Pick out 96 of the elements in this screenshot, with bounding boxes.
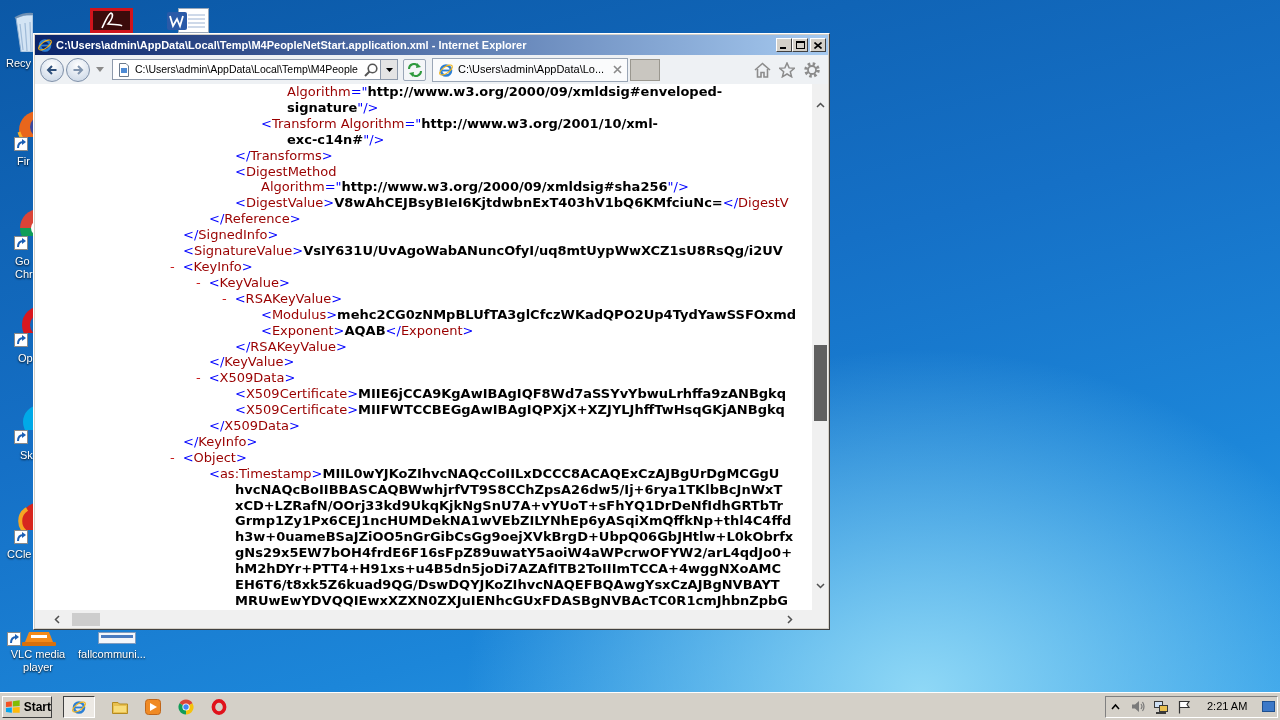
- xml-line: <Transform Algorithm="http://www.w3.org/2001/10/xml-: [261, 115, 658, 132]
- desktop-icon-label[interactable]: VLC media player: [4, 648, 72, 674]
- desktop-icon-label[interactable]: fallcommuni...: [72, 648, 152, 661]
- back-arrow-icon: [46, 63, 58, 76]
- close-button[interactable]: [810, 38, 826, 52]
- star-icon[interactable]: [779, 61, 795, 78]
- back-button[interactable]: [40, 57, 64, 82]
- vertical-scrollbar[interactable]: [812, 84, 828, 610]
- xml-line: <KeyValue>: [208, 274, 290, 291]
- taskbar-button[interactable]: [63, 695, 95, 718]
- scrollbar-thumb[interactable]: [72, 612, 100, 626]
- close-icon: [814, 41, 822, 49]
- ring-logo-icon[interactable]: [211, 698, 227, 715]
- xml-line: Grmp1Zy1Px6CEJ1ncHUMDekNA1wVEbZILYNhEp6yASqiXmQffkNp+thl4C4ffd: [235, 513, 792, 530]
- start-button[interactable]: Start: [2, 695, 52, 718]
- minimize-button[interactable]: [776, 38, 792, 52]
- desktop-icon-label[interactable]: CCle: [7, 548, 32, 561]
- window-title: C:\Users\admin\AppData\Local\Temp\M4PeopleNetStart.application.xml - Internet Explorer: [56, 37, 527, 53]
- scroll-down-icon[interactable]: [815, 583, 825, 589]
- scroll-right-icon[interactable]: [787, 614, 793, 624]
- home-icon[interactable]: [754, 61, 771, 78]
- segmented-circle-icon[interactable]: [178, 698, 194, 715]
- search-icon[interactable]: [364, 62, 378, 77]
- collapse-toggle[interactable]: -: [196, 370, 201, 387]
- e-logo-icon[interactable]: [37, 37, 53, 53]
- xml-line: <X509Certificate>MIIFWTCCBEGgAwIBAgIQPXjX+XZJYLJhffTwHsqGKjANBgkq: [235, 402, 785, 419]
- xml-line: <as:Timestamp>MIIL0wYJKoZIhvcNAQcCoIILxDCCC8ACAQExCzAJBgUrDgMCGgU: [209, 465, 780, 482]
- traffic-cone-icon[interactable]: [22, 632, 56, 646]
- desktop-icon-label[interactable]: Recy: [6, 57, 32, 70]
- page-icon: [117, 62, 131, 77]
- xml-line: MRUwEwYDVQQIEwxXZXN0ZXJuIENhcGUxFDASBgNVBAcTC0R1cmJhbnZpbG: [235, 593, 789, 609]
- xml-line: <X509Data>: [208, 370, 296, 387]
- xml-line: <DigestMethod: [235, 163, 337, 180]
- xml-line: </KeyValue>: [209, 354, 295, 371]
- desktop-icon-label[interactable]: Op: [18, 352, 33, 365]
- xml-line: exc-c14n#"/>: [287, 131, 385, 148]
- xml-line: <Object>: [182, 449, 247, 466]
- file-icon[interactable]: [98, 632, 136, 644]
- address-field[interactable]: C:\Users\admin\AppData\Local\Temp\M4People: [112, 59, 381, 80]
- compatibility-button[interactable]: [403, 58, 426, 81]
- folder-icon[interactable]: [112, 699, 128, 714]
- xml-line: <DigestValue>V8wAhCEJBsyBIeI6KjtdwbnExT403hV1bQ6KMfciuNc=</DigestV: [235, 195, 789, 212]
- xml-line: </Transforms>: [235, 147, 333, 164]
- scroll-left-icon[interactable]: [54, 614, 60, 624]
- new-tab-button[interactable]: [630, 58, 660, 81]
- clock[interactable]: 2:21 AM: [1207, 698, 1248, 715]
- xml-line: Algorithm="http://www.w3.org/2000/09/xmldsig#sha256"/>: [261, 179, 689, 196]
- xml-line: <RSAKeyValue>: [234, 290, 343, 307]
- app-tile-icon[interactable]: [90, 8, 133, 33]
- xml-line: EH6T6/t8xk5Z6kuad9QG/DswDQYJKoZIhvcNAQEFBQAwgYsxCzAJBgNVBAYT: [235, 577, 780, 593]
- forward-arrow-icon: [72, 63, 84, 76]
- xml-line: </RSAKeyValue>: [235, 338, 347, 355]
- xml-line: <Modulus>mehc2CG0zNMpBLUfTA3glCfczWKadQPO2Up4TydYawSSFOxmd: [261, 306, 797, 323]
- flag-icon[interactable]: [1178, 699, 1191, 714]
- horizontal-scrollbar[interactable]: [35, 610, 828, 628]
- document-icon[interactable]: [166, 8, 210, 33]
- collapse-toggle[interactable]: -: [170, 258, 175, 275]
- collapse-toggle[interactable]: -: [170, 449, 175, 466]
- xml-line: <KeyInfo>: [182, 258, 253, 275]
- browser-tab[interactable]: C:\Users\admin\AppData\Lo...: [432, 57, 628, 82]
- collapse-toggle[interactable]: -: [196, 274, 201, 291]
- play-icon[interactable]: [145, 698, 161, 715]
- xml-line: xCD+LZRafN/OOrj33kd9UkqKjkNgSnU7A+vYUoT+sFhYQ1DrDeNfIdhGRTbTr: [235, 497, 783, 514]
- xml-line: signature"/>: [287, 99, 379, 116]
- scrollbar-thumb[interactable]: [813, 345, 827, 421]
- xml-line: h3w+0uameBSaJZiOO5nGrGibCsGg9oejXVkBrgD+UbpQ06GbJHtlw+L0kObrfx: [235, 529, 794, 546]
- e-logo-icon: [438, 61, 454, 78]
- collapse-toggle[interactable]: -: [222, 290, 227, 307]
- desktop-icon-label[interactable]: Fir: [17, 155, 30, 168]
- xml-line: hM2hDYr+PTT4+H91xs+u4B5dn5joDi7AZAfITB2ToIIImTCCA+4wggNXoAMC: [235, 561, 781, 578]
- xml-line: </SignedInfo>: [183, 227, 279, 244]
- desktop-icon-label[interactable]: Go Chr: [15, 255, 33, 281]
- refresh-arrows-icon: [406, 62, 423, 77]
- xml-line: </X509Data>: [209, 418, 300, 434]
- address-dropdown-button[interactable]: [381, 59, 398, 80]
- settings-icon[interactable]: [804, 61, 820, 78]
- xml-line: hvcNAQcBoIIBBASCAQBWwhjrfVT9S8CChZpsA26dw5/Ij+6rya1TKlbBcJnWxT: [235, 481, 783, 498]
- chevron-up-icon[interactable]: [1111, 703, 1120, 710]
- speaker-icon[interactable]: [1131, 700, 1145, 713]
- scroll-up-icon[interactable]: [815, 102, 825, 108]
- e-logo-icon: [71, 698, 87, 715]
- desktop-icon-label[interactable]: Sk: [20, 449, 33, 462]
- xml-line: <SignatureValue>VsIY631U/UvAgoWabANuncOfyI/uq8mtUypWwXCZ1sU8RsQg/i2UV: [183, 243, 783, 259]
- xml-line: </Reference>: [209, 211, 301, 228]
- maximize-icon: [795, 41, 805, 49]
- close-tab-icon[interactable]: [613, 65, 622, 74]
- windows-flag-icon: [5, 699, 21, 714]
- caret-icon: [385, 67, 393, 72]
- xml-line: gNs29x5EW7bOH4frdE6F16sFpZ89uwatY5aoiW4aWPcrwOFYW2/arL4qdJo0+: [235, 545, 793, 562]
- xml-line: Algorithm="http://www.w3.org/2000/09/xmldsig#enveloped-: [287, 84, 723, 100]
- network-icon[interactable]: [1153, 699, 1169, 714]
- maximize-button[interactable]: [792, 38, 808, 52]
- xml-line: </KeyInfo>: [183, 433, 258, 450]
- xml-line: <Exponent>AQAB</Exponent>: [261, 322, 474, 339]
- xml-line: <X509Certificate>MIIE6jCCA9KgAwIBAgIQF8Wd7aSSYvYbwuLrhffa9zANBgkq: [235, 386, 787, 403]
- caret-icon[interactable]: [96, 67, 104, 72]
